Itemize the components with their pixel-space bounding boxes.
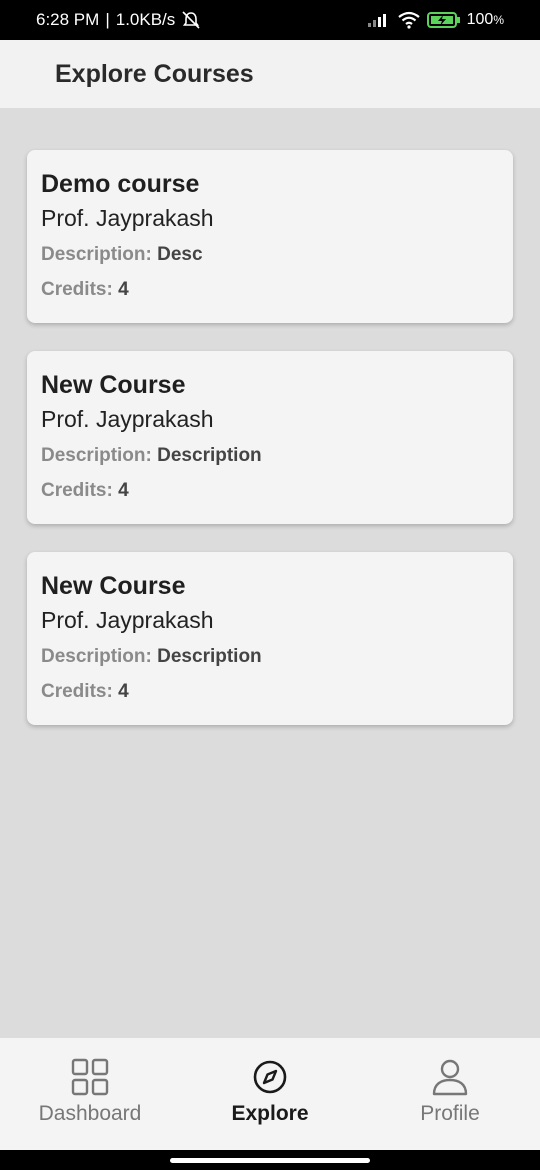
status-time: 6:28 PM xyxy=(36,10,100,29)
bell-muted-icon xyxy=(182,11,200,29)
nav-label-profile: Profile xyxy=(420,1102,480,1125)
battery-charging-icon xyxy=(426,12,460,28)
nav-item-dashboard[interactable]: Dashboard xyxy=(5,1058,175,1126)
course-card[interactable]: New Course Prof. Jayprakash Description:… xyxy=(27,351,513,524)
credits-value: 4 xyxy=(118,279,129,300)
bottom-nav: Dashboard Explore Profile xyxy=(0,1038,540,1150)
status-right: 100% xyxy=(367,11,504,29)
compass-icon xyxy=(253,1060,287,1094)
credits-label: Credits: xyxy=(41,279,113,300)
nav-label-dashboard: Dashboard xyxy=(38,1102,142,1125)
course-title: Demo course xyxy=(41,170,200,198)
description-value: Description xyxy=(157,445,262,466)
credits-value: 4 xyxy=(118,480,129,501)
course-title: New Course xyxy=(41,572,186,600)
gesture-area xyxy=(0,1150,540,1170)
status-net-speed: 1.0KB/s xyxy=(115,10,176,29)
battery-unit: % xyxy=(493,13,504,27)
course-description: Description: Description xyxy=(41,645,499,669)
page-title: Explore Courses xyxy=(55,59,254,88)
course-professor: Prof. Jayprakash xyxy=(41,406,214,432)
status-bar: 6:28 PM | 1.0KB/s 100% xyxy=(0,0,540,40)
description-label: Description: xyxy=(41,646,152,667)
course-credits: Credits: 4 xyxy=(41,479,499,503)
course-professor: Prof. Jayprakash xyxy=(41,607,214,633)
status-separator: | xyxy=(105,10,110,29)
description-value: Description xyxy=(157,646,262,667)
course-title: New Course xyxy=(41,371,186,399)
credits-label: Credits: xyxy=(41,480,113,501)
course-credits: Credits: 4 xyxy=(41,680,499,704)
battery-percent: 100 xyxy=(466,11,494,28)
nav-label-explore: Explore xyxy=(231,1102,309,1125)
course-description: Description: Description xyxy=(41,444,499,468)
signal-icon xyxy=(367,14,386,27)
app-header: Explore Courses xyxy=(0,40,540,108)
course-description: Description: Desc xyxy=(41,243,499,267)
credits-label: Credits: xyxy=(41,681,113,702)
home-gesture-bar[interactable] xyxy=(170,1158,370,1163)
course-professor: Prof. Jayprakash xyxy=(41,205,214,231)
grid-icon xyxy=(71,1058,109,1096)
person-icon xyxy=(432,1059,468,1096)
nav-item-explore[interactable]: Explore xyxy=(185,1058,355,1126)
course-card[interactable]: New Course Prof. Jayprakash Description:… xyxy=(27,552,513,725)
battery-level: 100% xyxy=(467,11,504,29)
description-label: Description: xyxy=(41,445,152,466)
wifi-icon xyxy=(397,11,420,29)
description-label: Description: xyxy=(41,244,152,265)
description-value: Desc xyxy=(157,244,203,265)
status-left: 6:28 PM | 1.0KB/s xyxy=(36,10,201,30)
course-list: Demo course Prof. Jayprakash Description… xyxy=(0,108,540,1038)
course-credits: Credits: 4 xyxy=(41,278,499,302)
credits-value: 4 xyxy=(118,681,129,702)
nav-item-profile[interactable]: Profile xyxy=(365,1058,535,1126)
course-card[interactable]: Demo course Prof. Jayprakash Description… xyxy=(27,150,513,323)
